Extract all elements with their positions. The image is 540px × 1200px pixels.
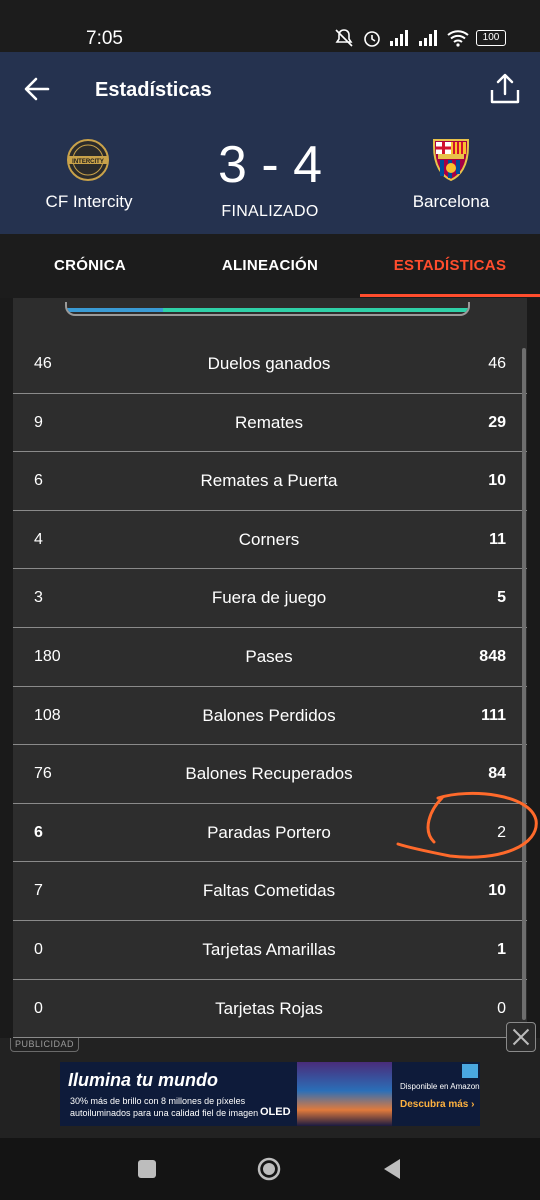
stat-label: Pases xyxy=(245,646,293,666)
stat-row: 9 Remates 29 xyxy=(13,394,527,453)
stat-label: Duelos ganados xyxy=(207,354,331,373)
page-title: Estadísticas xyxy=(95,79,212,101)
stat-row: 0 Tarjetas Amarillas 1 xyxy=(13,921,527,980)
stat-label: Balones Perdidos xyxy=(202,705,336,725)
stat-row: 6 Paradas Portero 2 xyxy=(13,804,527,863)
stat-row: 46 Duelos ganados 46 xyxy=(13,335,527,394)
status-icons: 100 xyxy=(333,28,506,48)
ad-headline: Ilumina tu mundo xyxy=(68,1070,218,1090)
crest-text: INTERCITY xyxy=(72,159,104,165)
status-bar: 7:05 100 xyxy=(0,0,540,52)
stat-row: 108 Balones Perdidos 111 xyxy=(13,687,527,746)
stat-home-value: 180 xyxy=(34,647,61,665)
stat-away-value: 10 xyxy=(488,472,506,490)
stat-away-value: 111 xyxy=(481,706,506,724)
stat-row: 6 Remates a Puerta 10 xyxy=(13,452,527,511)
home-team-name[interactable]: CF Intercity xyxy=(0,192,179,212)
ad-image xyxy=(297,1062,392,1126)
stat-row: 180 Pases 848 xyxy=(13,628,527,687)
back-arrow-icon[interactable] xyxy=(22,74,52,104)
ad-availability: Disponible en Amazon xyxy=(400,1082,480,1091)
stat-away-value: 848 xyxy=(479,647,506,665)
stat-home-value: 76 xyxy=(34,765,52,783)
barcelona-crest-icon[interactable] xyxy=(426,138,476,182)
stat-home-value: 3 xyxy=(34,589,43,607)
ad-cta-link[interactable]: Descubra más › xyxy=(400,1099,474,1110)
match-header: Estadísticas INTERCITY CF Intercity Barc… xyxy=(0,52,540,234)
stat-home-value: 0 xyxy=(34,999,43,1017)
stat-label: Corners xyxy=(238,529,300,549)
away-team-name[interactable]: Barcelona xyxy=(361,192,540,212)
match-status: FINALIZADO xyxy=(221,203,319,220)
stat-label: Remates a Puerta xyxy=(200,471,338,491)
back-triangle-icon[interactable] xyxy=(380,1156,406,1182)
stat-away-value: 11 xyxy=(489,530,506,548)
ad-label: PUBLICIDAD xyxy=(10,1038,80,1052)
stat-away-value: 1 xyxy=(497,940,506,958)
alarm-icon xyxy=(364,31,380,47)
stat-home-value: 46 xyxy=(34,355,52,372)
scrollbar[interactable] xyxy=(522,348,526,1020)
tab-bar: CRÓNICA ALINEACIÓN ESTADÍSTICAS xyxy=(0,234,540,298)
stat-label: Faltas Cometidas xyxy=(202,881,336,901)
stat-row: 0 Tarjetas Rojas 0 xyxy=(13,980,527,1038)
ad-banner[interactable]: Ilumina tu mundo 30% más de brillo con 8… xyxy=(60,1062,480,1126)
stat-label: Tarjetas Amarillas xyxy=(202,939,336,959)
stat-home-value: 6 xyxy=(34,472,43,490)
stat-label: Balones Recuperados xyxy=(185,764,353,784)
stat-home-value: 4 xyxy=(34,530,43,548)
possession-bar xyxy=(65,302,470,316)
stats-list: 46 Duelos ganados 46 9 Remates 29 6 Remates a P… xyxy=(13,335,527,1038)
ad-choices-icon[interactable] xyxy=(462,1064,478,1078)
stat-row: 76 Balones Recuperados 84 xyxy=(13,745,527,804)
system-nav-bar xyxy=(0,1138,540,1200)
stat-label: Remates xyxy=(234,412,304,432)
recent-apps-icon[interactable] xyxy=(134,1156,160,1182)
match-score: 3 - 4 xyxy=(217,136,323,194)
signal-icon xyxy=(390,30,408,46)
battery-icon: 100 xyxy=(476,30,506,46)
stat-label: Fuera de juego xyxy=(211,588,327,608)
stats-card: 46 Duelos ganados 46 9 Remates 29 6 Remates a P… xyxy=(13,298,527,1038)
stats-content[interactable]: 46 Duelos ganados 46 9 Remates 29 6 Remates a P… xyxy=(0,298,540,1038)
stat-home-value: 7 xyxy=(34,882,43,900)
stat-home-value: 6 xyxy=(34,823,43,841)
stat-label: Paradas Portero xyxy=(207,822,331,842)
stat-row: 3 Fuera de juego 5 xyxy=(13,569,527,628)
ad-brand: OLED xyxy=(260,1106,291,1118)
ad-area: PUBLICIDAD Ilumina tu mundo 30% más de b… xyxy=(0,1022,540,1138)
signal-icon-2 xyxy=(419,30,437,46)
possession-home-fill xyxy=(67,308,164,312)
mute-icon xyxy=(335,29,353,47)
close-icon[interactable] xyxy=(506,1022,536,1052)
share-icon[interactable] xyxy=(488,72,522,106)
stat-away-value: 2 xyxy=(497,823,506,841)
stat-away-value: 10 xyxy=(488,882,506,900)
tab-estadisticas[interactable]: ESTADÍSTICAS xyxy=(360,234,540,298)
stat-away-value: 84 xyxy=(488,765,506,783)
stat-away-value: 5 xyxy=(497,589,506,607)
stat-away-value: 29 xyxy=(488,413,506,431)
possession-away-fill xyxy=(163,308,468,312)
active-tab-indicator xyxy=(360,294,540,297)
stat-home-value: 9 xyxy=(34,413,43,431)
stat-label: Tarjetas Rojas xyxy=(215,998,323,1018)
status-time: 7:05 xyxy=(86,28,123,49)
stat-away-value: 46 xyxy=(488,355,506,372)
tab-alineacion[interactable]: ALINEACIÓN xyxy=(180,234,360,298)
stat-away-value: 0 xyxy=(497,999,506,1017)
intercity-crest-icon[interactable]: INTERCITY xyxy=(63,138,113,182)
wifi-icon xyxy=(447,30,469,47)
stat-home-value: 0 xyxy=(34,940,43,958)
tab-cronica[interactable]: CRÓNICA xyxy=(0,234,180,298)
stat-home-value: 108 xyxy=(34,706,61,724)
stat-row: 4 Corners 11 xyxy=(13,511,527,570)
stat-row: 7 Faltas Cometidas 10 xyxy=(13,862,527,921)
home-icon[interactable] xyxy=(256,1156,282,1182)
